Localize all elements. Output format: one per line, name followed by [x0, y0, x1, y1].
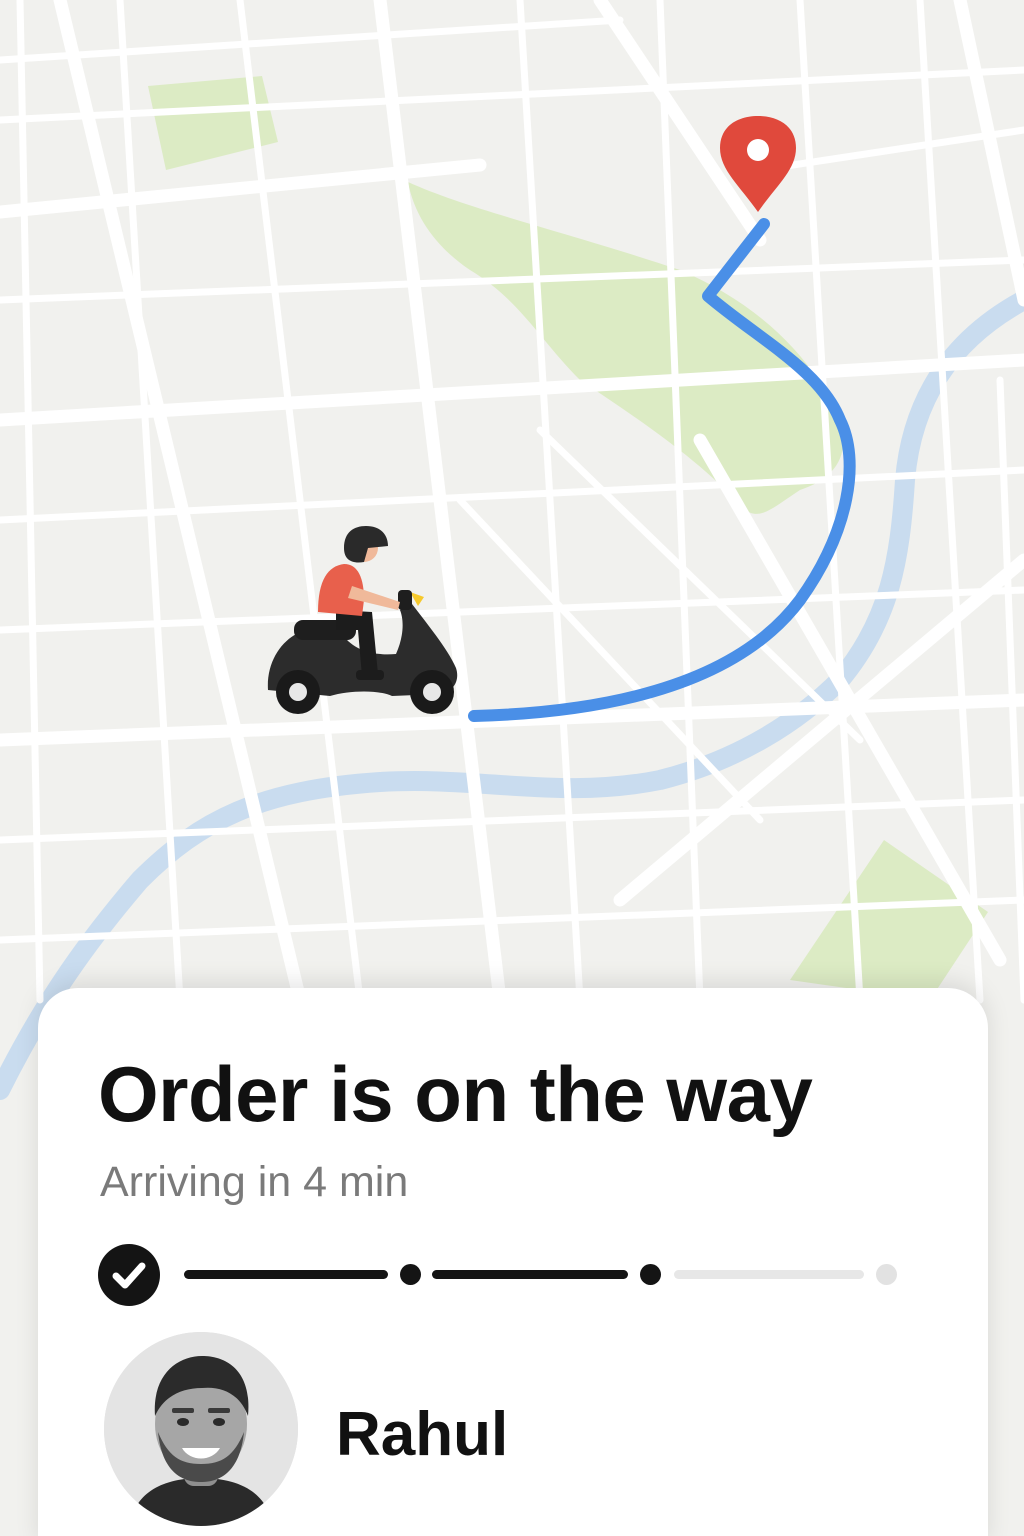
driver-avatar[interactable] [104, 1332, 298, 1526]
progress-step-dot [400, 1264, 421, 1285]
step-completed-badge [98, 1244, 160, 1306]
order-progress-tracker [98, 1244, 918, 1308]
progress-step-dot [876, 1264, 897, 1285]
order-status-sheet: Order is on the way Arriving in 4 min Ra… [38, 988, 988, 1536]
driver-name: Rahul [336, 1400, 509, 1469]
order-status-title: Order is on the way [98, 1050, 813, 1138]
eta-text: Arriving in 4 min [100, 1158, 409, 1206]
progress-segment [674, 1270, 864, 1279]
check-icon [112, 1262, 146, 1289]
person-avatar-icon [104, 1332, 298, 1526]
courier-info[interactable]: Rahul [104, 1332, 904, 1532]
order-tracking-screen: Order is on the way Arriving in 4 min Ra… [0, 0, 1024, 1536]
progress-segment [432, 1270, 628, 1279]
progress-step-dot [640, 1264, 661, 1285]
progress-segment [184, 1270, 388, 1279]
